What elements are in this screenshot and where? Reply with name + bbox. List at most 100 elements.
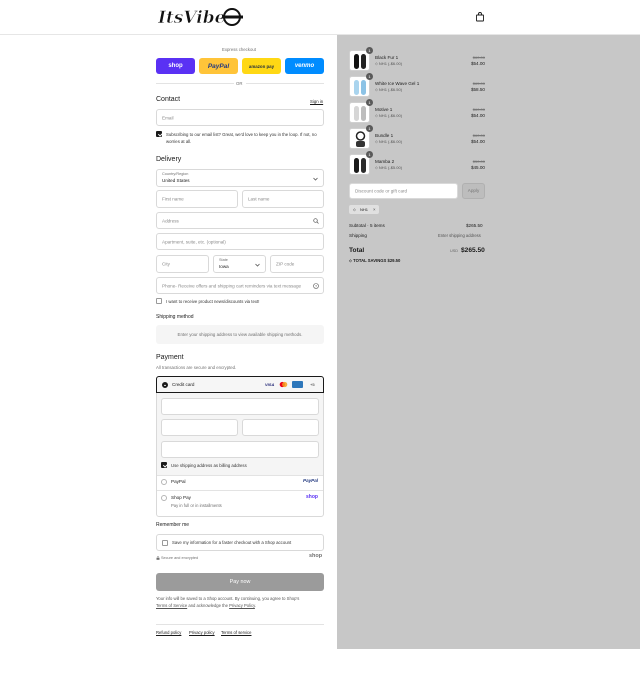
state-label: State bbox=[219, 258, 228, 262]
last-name-field[interactable]: Last name bbox=[242, 190, 324, 208]
shop-pay-express-button[interactable]: shop bbox=[156, 58, 195, 74]
item-name: White Ice Wave Gel 1 bbox=[375, 81, 420, 86]
refund-policy-link[interactable]: Refund policy bbox=[156, 630, 181, 635]
credit-card-option[interactable]: Credit card VISA +5 bbox=[156, 376, 324, 393]
discount-code-placeholder: Discount code or gift card bbox=[355, 188, 408, 194]
cart-item: 1 Motive 1 ⬦ NH1 (-$6.00) $60.00 $54.00 bbox=[349, 99, 485, 124]
payment-heading: Payment bbox=[156, 354, 184, 361]
item-discount: ⬦ NH1 (-$6.00) bbox=[375, 113, 403, 118]
lock-icon bbox=[156, 556, 160, 560]
total-label: Total bbox=[349, 247, 365, 254]
shipping-method-message: Enter your shipping address to view avai… bbox=[156, 325, 324, 344]
shipping-method-heading: Shipping method bbox=[156, 314, 194, 320]
paypal-express-button[interactable]: PayPal bbox=[199, 58, 238, 74]
more-cards-count: +5 bbox=[310, 382, 315, 387]
address-placeholder: Address bbox=[162, 218, 179, 223]
newsletter-checkbox[interactable] bbox=[156, 131, 162, 137]
card-number-field[interactable] bbox=[161, 398, 319, 415]
country-select[interactable]: Country/Region United States bbox=[156, 169, 324, 187]
item-discount: ⬦ NH1 (-$5.00) bbox=[375, 165, 403, 170]
quantity-badge: 1 bbox=[366, 47, 373, 54]
paypal-logo: PayPal bbox=[303, 478, 319, 483]
total-savings: ⬦ TOTAL SAVINGS $29.50 bbox=[349, 258, 400, 263]
privacy-link[interactable]: Privacy Policy bbox=[229, 603, 255, 608]
venmo-express-button[interactable]: venmo bbox=[285, 58, 324, 74]
shop-pay-radio[interactable] bbox=[161, 495, 167, 501]
security-code-field[interactable] bbox=[242, 419, 319, 436]
item-name: Motive 1 bbox=[375, 107, 393, 112]
visa-icon: VISA bbox=[265, 382, 275, 387]
payment-subtitle: All transactions are secure and encrypte… bbox=[156, 365, 237, 370]
shipping-label: Shipping bbox=[349, 233, 367, 238]
svg-text:ItsVibe: ItsVibe bbox=[157, 8, 226, 28]
privacy-policy-link[interactable]: Privacy policy bbox=[189, 630, 215, 635]
item-name: Black Fur 1 bbox=[375, 55, 399, 60]
discount-code-field[interactable]: Discount code or gift card bbox=[349, 183, 458, 199]
shipping-value: Enter shipping address bbox=[438, 233, 481, 238]
zip-placeholder: ZIP code bbox=[276, 261, 295, 267]
shop-pay-label: Shop Pay bbox=[171, 495, 191, 500]
header: ItsVibe bbox=[0, 0, 640, 35]
footer-divider bbox=[156, 624, 324, 625]
subtotal-value: $265.50 bbox=[466, 223, 483, 228]
terms-link[interactable]: Terms of Service bbox=[156, 603, 187, 608]
shop-logo: shop bbox=[306, 494, 318, 500]
paypal-radio[interactable] bbox=[161, 479, 167, 485]
terms-of-service-link[interactable]: Terms of service bbox=[221, 630, 251, 635]
cart-item: 1 Mamba 2 ⬦ NH1 (-$5.00) $50.00 $45.00 bbox=[349, 151, 485, 176]
quantity-badge: 1 bbox=[366, 73, 373, 80]
brand-logo[interactable]: ItsVibe bbox=[157, 6, 245, 28]
apartment-placeholder: Apartment, suite, etc. (optional) bbox=[162, 239, 226, 244]
chevron-down-icon bbox=[255, 263, 260, 267]
credit-card-radio[interactable] bbox=[162, 381, 168, 388]
amazon-pay-express-button[interactable]: amazon pay bbox=[242, 58, 281, 74]
total-currency: USD bbox=[450, 249, 459, 253]
expiration-field[interactable] bbox=[161, 419, 238, 436]
divider bbox=[157, 475, 323, 476]
phone-field[interactable]: Phone- Receive offers and shipping cart … bbox=[156, 277, 324, 294]
credit-card-label: Credit card bbox=[172, 382, 195, 387]
billing-same-checkbox[interactable] bbox=[161, 462, 167, 468]
shop-pay-sublabel: Pay in full or in installments bbox=[171, 503, 222, 508]
cart-item: 1 Bundle 1 ⬦ NH1 (-$6.00) $60.00 $54.00 bbox=[349, 125, 485, 150]
mastercard-icon bbox=[279, 381, 288, 388]
subtotal-label: Subtotal · 5 items bbox=[349, 223, 385, 228]
name-on-card-field[interactable] bbox=[161, 441, 319, 458]
save-info-checkbox[interactable] bbox=[162, 539, 168, 546]
item-original-price: $60.00 bbox=[472, 133, 485, 138]
remove-discount-icon[interactable]: × bbox=[373, 207, 376, 212]
or-separator: OR bbox=[236, 81, 243, 86]
city-field[interactable]: City bbox=[156, 255, 209, 273]
state-select[interactable]: State Iowa bbox=[213, 255, 266, 273]
country-label: Country/Region bbox=[162, 172, 189, 176]
billing-same-label: Use shipping address as billing address bbox=[171, 463, 247, 468]
quantity-badge: 1 bbox=[366, 125, 373, 132]
text-optin-checkbox[interactable] bbox=[156, 298, 162, 304]
sign-in-link[interactable]: Sign in bbox=[310, 99, 323, 104]
item-discount: ⬦ NH1 (-$6.50) bbox=[375, 87, 403, 92]
item-original-price: $65.00 bbox=[472, 81, 485, 86]
zip-field[interactable]: ZIP code bbox=[270, 255, 324, 273]
pay-now-button[interactable]: Pay now bbox=[156, 573, 324, 591]
apply-button[interactable]: Apply bbox=[462, 183, 485, 199]
newsletter-label: Subscribing to our email list? Great, we… bbox=[166, 132, 317, 144]
first-name-field[interactable]: First name bbox=[156, 190, 238, 208]
country-value: United States bbox=[162, 178, 190, 183]
help-icon[interactable]: ? bbox=[313, 283, 319, 289]
shopping-bag-icon[interactable] bbox=[475, 12, 485, 22]
divider bbox=[157, 490, 323, 491]
apartment-field[interactable]: Apartment, suite, etc. (optional) bbox=[156, 233, 324, 250]
email-field[interactable]: Email bbox=[156, 109, 324, 126]
search-icon bbox=[313, 218, 319, 224]
total-savings-value: $29.50 bbox=[387, 258, 401, 263]
discount-chip-code: NH1 bbox=[360, 207, 369, 212]
legal-text: Your info will be saved to a Shop accoun… bbox=[156, 595, 324, 609]
last-name-placeholder: Last name bbox=[248, 196, 270, 202]
cart-item: 1 Black Fur 1 ⬦ NH1 (-$6.00) $60.00 $54.… bbox=[349, 47, 485, 72]
contact-heading: Contact bbox=[156, 96, 181, 103]
quantity-badge: 1 bbox=[366, 99, 373, 106]
save-info-row[interactable]: Save my information for a faster checkou… bbox=[156, 534, 324, 551]
legal-and: and acknowledge the bbox=[188, 603, 228, 608]
save-info-label: Save my information for a faster checkou… bbox=[172, 540, 292, 545]
address-field[interactable]: Address bbox=[156, 212, 324, 229]
